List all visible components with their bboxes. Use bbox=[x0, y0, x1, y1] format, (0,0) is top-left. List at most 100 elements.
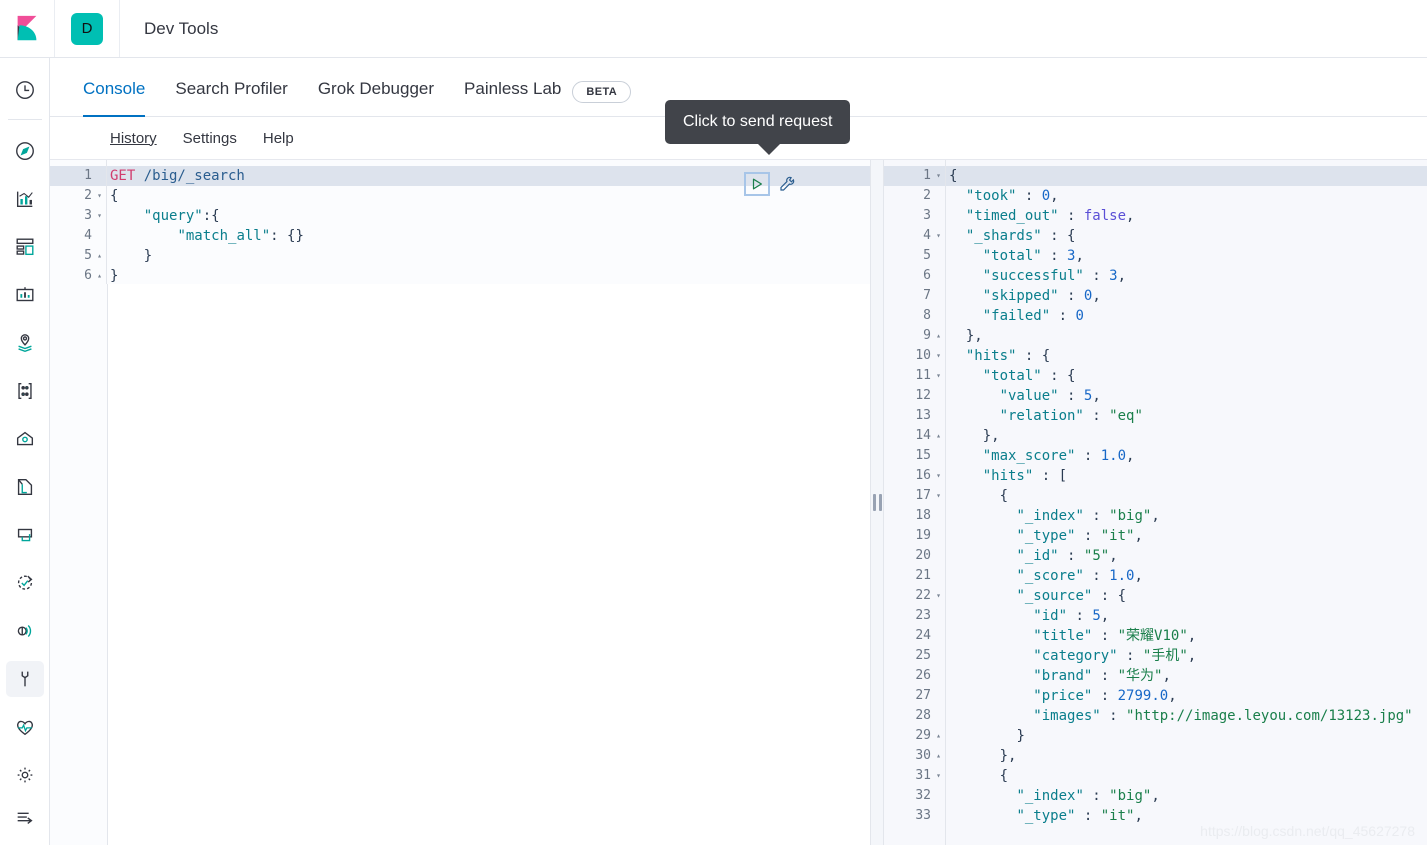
sidebar-item-monitoring[interactable] bbox=[6, 709, 44, 745]
fold-toggle-icon[interactable]: ▾ bbox=[934, 166, 941, 186]
code-token: { bbox=[999, 488, 1009, 504]
line-number: 25 bbox=[915, 648, 931, 663]
fold-toggle-icon[interactable]: ▾ bbox=[934, 346, 941, 366]
code-token: "http://image.leyou.com/13123.jpg" bbox=[1126, 708, 1413, 724]
code-token: } bbox=[1016, 728, 1025, 744]
code-token: "id" bbox=[1033, 608, 1068, 624]
fold-toggle-icon[interactable]: ▾ bbox=[934, 226, 941, 246]
line-number: 6 ▴ bbox=[50, 266, 106, 286]
response-editor-pane[interactable]: 1 ▾ 2 3 4 ▾ 5 6 7 8 9 ▴ 10 ▾ 11 ▾ 12 13 14 ▴ 15 16 ▾ 17 ▾ 18 19 20 2… bbox=[884, 160, 1427, 845]
sidebar-item-apm[interactable] bbox=[6, 517, 44, 553]
fold-toggle-icon[interactable]: ▴ bbox=[934, 326, 941, 346]
send-request-button[interactable] bbox=[744, 172, 770, 196]
code-token: "relation" bbox=[999, 408, 1084, 424]
code-token: , bbox=[1151, 508, 1160, 524]
code-line: "hits" : [ bbox=[946, 466, 1427, 486]
code-token: "timed_out" bbox=[965, 208, 1059, 224]
code-token: "max_score" bbox=[982, 448, 1076, 464]
code-line: "successful" : 3, bbox=[946, 266, 1427, 286]
line-number: 23 bbox=[915, 608, 931, 623]
sidebar-item-discover[interactable] bbox=[6, 133, 44, 169]
sidebar-item-canvas[interactable] bbox=[6, 277, 44, 313]
line-number: 7 bbox=[923, 288, 931, 303]
code-token: "_index" bbox=[1016, 508, 1084, 524]
code-token: , bbox=[1134, 528, 1143, 544]
sidebar-item-management[interactable] bbox=[6, 757, 44, 793]
fold-toggle-icon[interactable]: ▴ bbox=[934, 726, 941, 746]
fold-toggle-icon[interactable]: ▾ bbox=[95, 186, 102, 206]
code-token: 0 bbox=[1075, 308, 1084, 324]
tab-grok-debugger[interactable]: Grok Debugger bbox=[303, 79, 449, 116]
fold-toggle-icon[interactable]: ▾ bbox=[934, 766, 941, 786]
fold-toggle-icon[interactable]: ▾ bbox=[934, 466, 941, 486]
code-token: "eq" bbox=[1109, 408, 1143, 424]
code-line: "total" : 3, bbox=[946, 246, 1427, 266]
sidebar-item-dev-tools[interactable] bbox=[5, 660, 44, 697]
submenu-item-settings[interactable]: Settings bbox=[183, 130, 237, 147]
response-code[interactable]: { "took" : 0, "timed_out" : false, "_sha… bbox=[946, 160, 1427, 845]
bar-chart-icon bbox=[16, 191, 33, 207]
sidebar-item-maps[interactable] bbox=[6, 325, 44, 361]
submenu-item-history[interactable]: History bbox=[110, 130, 157, 147]
code-token: "category" bbox=[1033, 648, 1118, 664]
code-token: "images" bbox=[1033, 708, 1101, 724]
collapse-nav-button[interactable] bbox=[6, 799, 44, 835]
fold-toggle-icon[interactable]: ▴ bbox=[95, 266, 102, 286]
fold-toggle-icon[interactable]: ▴ bbox=[95, 246, 102, 266]
fold-toggle-icon[interactable]: ▴ bbox=[934, 746, 941, 766]
line-number: 6 bbox=[923, 268, 931, 283]
request-code[interactable]: GET /big/_search { "query":{ "match_all":… bbox=[107, 160, 870, 845]
open-documentation-button[interactable] bbox=[776, 172, 798, 196]
code-line: } bbox=[946, 726, 1427, 746]
submenu-item-help[interactable]: Help bbox=[263, 130, 294, 147]
request-editor-pane[interactable]: 1 2 ▾ 3 ▾ 4 5 ▴ 6 ▴ GET /big/_search { "query":{ "… bbox=[50, 160, 870, 845]
console-editors: 1 2 ▾ 3 ▾ 4 5 ▴ 6 ▴ GET /big/_search{ "query":{ "… bbox=[50, 159, 1427, 845]
code-token: false bbox=[1083, 208, 1127, 224]
code-token: , bbox=[1126, 448, 1135, 464]
code-token: "failed" bbox=[982, 308, 1051, 324]
fold-toggle-icon[interactable]: ▾ bbox=[95, 206, 102, 226]
sidebar-item-machine-learning[interactable] bbox=[6, 373, 44, 409]
code-token: "hits" bbox=[965, 348, 1017, 364]
line-number: 26 bbox=[915, 668, 931, 683]
primary-sidebar bbox=[0, 58, 50, 845]
code-line: "max_score" : 1.0, bbox=[946, 446, 1427, 466]
line-number: 12 bbox=[915, 388, 931, 403]
code-token: : bbox=[1041, 248, 1068, 264]
arrow-collapse-icon bbox=[17, 812, 33, 824]
sidebar-item-visualize[interactable] bbox=[6, 181, 44, 217]
code-token: { bbox=[949, 168, 958, 184]
code-token: "big" bbox=[1109, 788, 1152, 804]
space-selector-button[interactable]: D bbox=[55, 0, 120, 57]
top-navigation-bar: D Dev Tools bbox=[0, 0, 1427, 58]
fold-toggle-icon[interactable]: ▾ bbox=[934, 586, 941, 606]
machine-learning-icon bbox=[17, 382, 32, 399]
line-number: 33 bbox=[915, 808, 931, 823]
editor-splitter-handle[interactable] bbox=[870, 160, 884, 845]
kibana-home-button[interactable] bbox=[0, 0, 55, 57]
sidebar-item-infrastructure[interactable] bbox=[6, 421, 44, 457]
fold-toggle-icon[interactable]: ▾ bbox=[934, 366, 941, 386]
fold-toggle-icon[interactable]: ▾ bbox=[934, 486, 941, 506]
tab-painless-lab[interactable]: Painless Lab bbox=[449, 79, 576, 116]
sidebar-item-dashboard[interactable] bbox=[6, 229, 44, 265]
line-number: 11 ▾ bbox=[884, 366, 945, 386]
line-number: 28 bbox=[915, 708, 931, 723]
sidebar-item-siem[interactable] bbox=[6, 613, 44, 649]
wrench-icon bbox=[21, 671, 28, 687]
tab-console[interactable]: Console bbox=[68, 79, 160, 117]
sidebar-item-uptime[interactable] bbox=[6, 565, 44, 601]
fold-toggle-icon[interactable]: ▴ bbox=[934, 426, 941, 446]
sidebar-item-logs[interactable] bbox=[6, 469, 44, 505]
tab-search-profiler[interactable]: Search Profiler bbox=[160, 79, 302, 116]
sidebar-item-recently-viewed[interactable] bbox=[6, 72, 44, 108]
line-number: 30 ▴ bbox=[884, 746, 945, 766]
line-number: 8 bbox=[923, 308, 931, 323]
